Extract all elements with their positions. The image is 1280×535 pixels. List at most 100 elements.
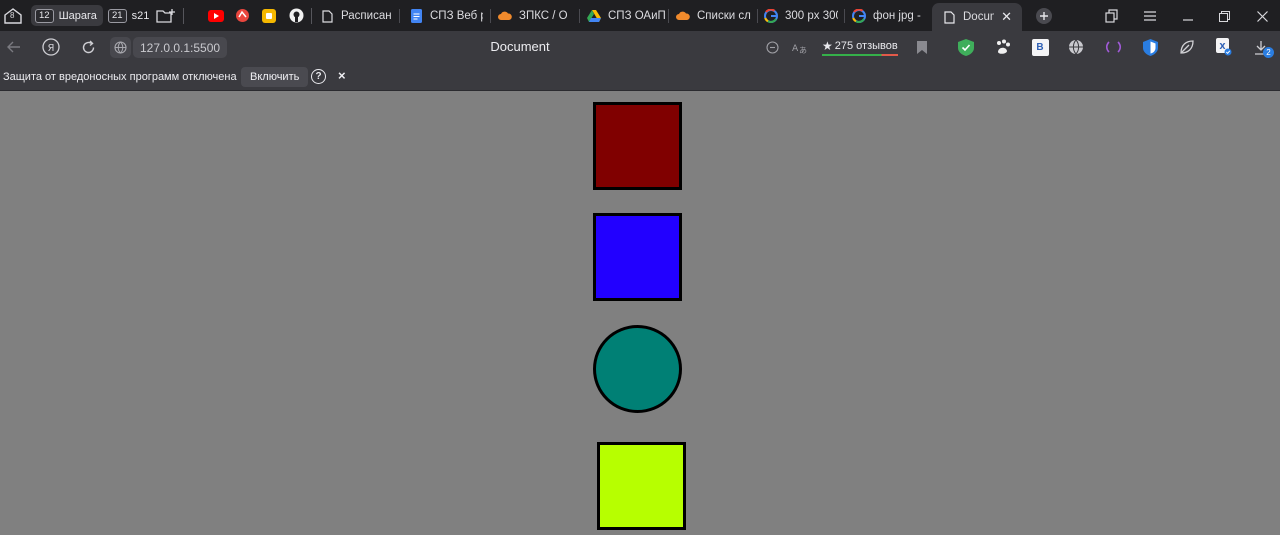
home-tab-button[interactable]: 8 [2, 4, 24, 27]
tab-group-sharaga[interactable]: 12 Шарага [31, 5, 103, 26]
letter-b-icon: B [1031, 38, 1049, 56]
reload-button[interactable] [77, 36, 99, 58]
google-drive-icon [587, 9, 601, 23]
infobar-message: Защита от вредоносных программ отключена [3, 71, 237, 83]
enable-protection-button[interactable]: Включить [241, 67, 309, 87]
restore-icon [1218, 10, 1230, 22]
tab-raspisanie[interactable]: Расписани [320, 3, 392, 29]
close-infobar-button[interactable]: × [338, 68, 346, 83]
page-title: Document [490, 39, 550, 54]
collections-icon [1105, 9, 1118, 23]
tab-group-label: s21 [131, 9, 150, 22]
translate-icon: Aあ [792, 44, 807, 54]
tab-label: Docum [963, 11, 994, 23]
extension-shield-green[interactable] [955, 36, 977, 58]
tab-group-count: 12 [35, 8, 54, 23]
bookmark-icon [917, 40, 927, 54]
extension-excel[interactable]: X [1212, 36, 1234, 58]
extension-b[interactable]: B [1029, 36, 1051, 58]
bookmark-button[interactable] [911, 36, 933, 58]
tab-label: СПЗ Веб р [430, 10, 483, 22]
tab-strip-divider [183, 8, 184, 24]
tab-divider [757, 9, 758, 23]
google-docs-icon [409, 9, 423, 23]
svg-text:A: A [792, 44, 799, 54]
notes-icon [262, 8, 276, 23]
tab-spiski[interactable]: Списки сл [676, 3, 754, 29]
downloads-button[interactable]: 2 [1250, 36, 1274, 58]
restore-button[interactable] [1213, 5, 1235, 27]
tab-google-300px[interactable]: 300 px 300 [764, 3, 838, 29]
translate-button[interactable]: Aあ [788, 36, 810, 58]
globe-icon [114, 41, 127, 54]
tab-spz-veb[interactable]: СПЗ Веб р [409, 3, 483, 29]
rating-bar [822, 54, 898, 56]
puzzle-icon [235, 9, 249, 22]
shield-icon [1142, 38, 1158, 56]
tab-label: СПЗ ОАиП [608, 10, 665, 22]
extension-brackets[interactable] [1102, 36, 1124, 58]
address-toolbar: Я 127.0.0.1:5500 Document Aあ ★ 275 отзыв… [0, 31, 1280, 63]
tab-document-active[interactable]: Docum ✕ [932, 3, 1022, 31]
minimize-icon [1183, 19, 1193, 21]
close-window-button[interactable] [1251, 5, 1273, 27]
tab-group-label: Шарага [58, 9, 97, 22]
document-icon [320, 9, 334, 23]
extension-leaf[interactable] [1176, 36, 1198, 58]
tab-zpks[interactable]: ЗПКС / О [498, 3, 576, 29]
folder-plus-icon [156, 8, 175, 23]
extension-shield-blue[interactable] [1139, 36, 1161, 58]
tab-strip-divider [311, 8, 312, 24]
google-icon [764, 9, 778, 23]
tab-close-icon[interactable]: ✕ [1001, 9, 1012, 25]
tab-divider [579, 9, 580, 23]
pinned-tab-youtube[interactable] [206, 4, 226, 27]
reviews-button[interactable]: ★ 275 отзывов [822, 39, 898, 53]
help-icon[interactable]: ? [311, 69, 326, 84]
back-button[interactable] [3, 36, 25, 58]
tab-group-s21[interactable]: 21 s21 [104, 5, 155, 26]
tab-divider [399, 9, 400, 23]
tab-label: 300 px 300 [785, 10, 838, 22]
star-icon: ★ [822, 39, 833, 53]
url-field[interactable]: 127.0.0.1:5500 [133, 37, 228, 58]
google-icon [852, 9, 866, 23]
reviews-count: 275 отзывов [834, 40, 898, 52]
arrow-left-icon [7, 41, 20, 53]
reload-icon [82, 40, 94, 53]
tab-divider [844, 9, 845, 23]
collections-button[interactable] [1101, 5, 1123, 27]
dark-red-square [593, 102, 682, 190]
url-text: 127.0.0.1:5500 [140, 40, 221, 55]
cloud-icon [498, 9, 512, 23]
lime-square [597, 442, 686, 530]
pinned-tab-notes[interactable] [259, 4, 279, 27]
yandex-icon: Я [42, 38, 60, 56]
pinned-tab-extension[interactable] [232, 4, 252, 27]
pinned-tab-github[interactable] [286, 4, 306, 27]
globe-icon [1069, 39, 1083, 55]
tab-label: фон jpg - [873, 10, 921, 22]
yandex-button[interactable]: Я [40, 36, 62, 58]
menu-button[interactable] [1139, 5, 1161, 27]
home-tab-count: 8 [10, 11, 15, 20]
svg-text:X: X [1219, 42, 1226, 51]
extension-paw[interactable] [992, 36, 1014, 58]
new-tab-group-button[interactable] [154, 4, 178, 27]
teal-circle [593, 325, 682, 413]
extension-globe[interactable] [1065, 36, 1087, 58]
tab-divider [668, 9, 669, 23]
tab-strip: 8 12 Шарага 21 s21 Расписани СПЗ Веб р З… [0, 0, 1280, 31]
github-icon [289, 8, 303, 23]
chat-button[interactable] [761, 36, 783, 58]
svg-text:Я: Я [48, 43, 55, 54]
new-tab-button[interactable] [1033, 4, 1055, 27]
hamburger-menu-icon [1144, 11, 1156, 21]
tab-spz-oaip[interactable]: СПЗ ОАиП [587, 3, 665, 29]
site-info-button[interactable] [110, 37, 131, 58]
tab-label: Списки сл [697, 10, 751, 22]
spreadsheet-icon: X [1215, 38, 1231, 56]
tab-google-fon[interactable]: фон jpg - [852, 3, 926, 29]
minimize-button[interactable] [1177, 5, 1199, 27]
brackets-icon [1105, 41, 1121, 53]
